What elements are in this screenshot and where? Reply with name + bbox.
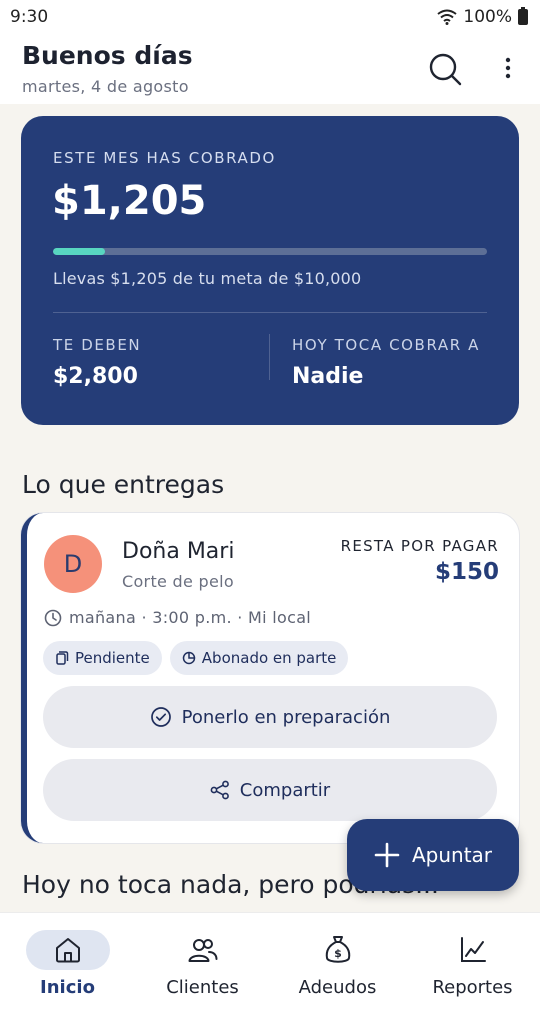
current-date: martes, 4 de agosto	[22, 77, 189, 96]
nav-label: Reportes	[432, 977, 513, 998]
home-icon	[55, 938, 80, 963]
owed-label: TE DEBEN	[53, 336, 142, 354]
users-icon	[188, 939, 217, 962]
share-button[interactable]: Compartir	[43, 759, 497, 821]
payment-badge: Abonado en parte	[169, 641, 349, 675]
goal-progress-fill	[53, 248, 106, 255]
collection-summary-card: ESTE MES HAS COBRADO $1,205 Llevas $1,20…	[21, 116, 519, 425]
client-service: Corte de pelo	[122, 572, 234, 591]
bottom-navigation: Inicio Clientes $ Adeudos Reportes	[0, 912, 540, 1017]
status-bar: 9:30 100%	[0, 0, 540, 34]
nav-label: Clientes	[166, 977, 239, 998]
status-chips: Pendiente Abonado en parte	[43, 641, 349, 675]
app-header: Buenos días martes, 4 de agosto	[0, 34, 540, 104]
divider	[269, 334, 270, 380]
nav-label: Inicio	[40, 977, 95, 998]
goal-progress-bar	[53, 248, 487, 255]
chip-label: Abonado en parte	[201, 649, 337, 667]
client-name: Doña Mari	[122, 539, 235, 564]
collected-label: ESTE MES HAS COBRADO	[53, 149, 276, 167]
today-value: Nadie	[292, 364, 364, 389]
avatar: D	[44, 535, 102, 593]
divider	[53, 312, 487, 313]
schedule-text: mañana · 3:00 p.m. · Mi local	[69, 608, 312, 627]
status-icons: 100%	[437, 7, 528, 27]
nav-item-home[interactable]: Inicio	[0, 913, 135, 1017]
nav-item-debts[interactable]: $ Adeudos	[270, 913, 405, 1017]
schedule-info: mañana · 3:00 p.m. · Mi local	[44, 608, 311, 627]
more-options-icon[interactable]	[496, 52, 520, 86]
goal-text: Llevas $1,205 de tu meta de $10,000	[53, 269, 362, 288]
plus-icon	[374, 842, 400, 868]
prepare-label: Ponerlo en preparación	[181, 706, 391, 728]
collected-amount: $1,205	[52, 178, 207, 224]
nav-icon-container	[25, 930, 110, 970]
receipt-icon	[56, 651, 69, 665]
nav-icon-container: $	[296, 930, 380, 970]
chip-label: Pendiente	[75, 649, 150, 667]
nav-label: Adeudos	[298, 977, 377, 998]
check-circle-icon	[150, 707, 171, 727]
prepare-button[interactable]: Ponerlo en preparación	[43, 686, 497, 748]
owed-value: $2,800	[53, 364, 138, 389]
share-label: Compartir	[239, 779, 331, 801]
remaining-amount: $150	[434, 559, 499, 585]
nav-icon-container	[161, 930, 245, 970]
status-time: 9:30	[10, 7, 49, 27]
clock-icon	[44, 609, 62, 626]
search-icon[interactable]	[428, 52, 462, 86]
add-entry-label: Apuntar	[411, 843, 493, 867]
add-entry-button[interactable]: Apuntar	[347, 819, 519, 891]
svg-text:$: $	[334, 947, 342, 960]
chart-icon	[460, 937, 486, 962]
nav-item-clients[interactable]: Clientes	[135, 913, 270, 1017]
nav-item-reports[interactable]: Reportes	[405, 913, 540, 1017]
pie-icon	[182, 651, 196, 665]
wifi-icon	[437, 9, 458, 25]
section-title-deliveries: Lo que entregas	[22, 470, 225, 499]
share-icon	[210, 780, 229, 800]
battery-level: 100%	[463, 7, 512, 27]
remaining-label: RESTA POR PAGAR	[340, 537, 499, 555]
money-bag-icon: $	[325, 936, 350, 963]
today-label: HOY TOCA COBRAR A	[292, 336, 480, 354]
page-title: Buenos días	[22, 41, 193, 70]
battery-icon	[518, 7, 528, 25]
delivery-card[interactable]: D Doña Mari Corte de pelo RESTA POR PAGA…	[21, 513, 519, 843]
status-badge: Pendiente	[43, 641, 162, 675]
nav-icon-container	[431, 930, 515, 970]
